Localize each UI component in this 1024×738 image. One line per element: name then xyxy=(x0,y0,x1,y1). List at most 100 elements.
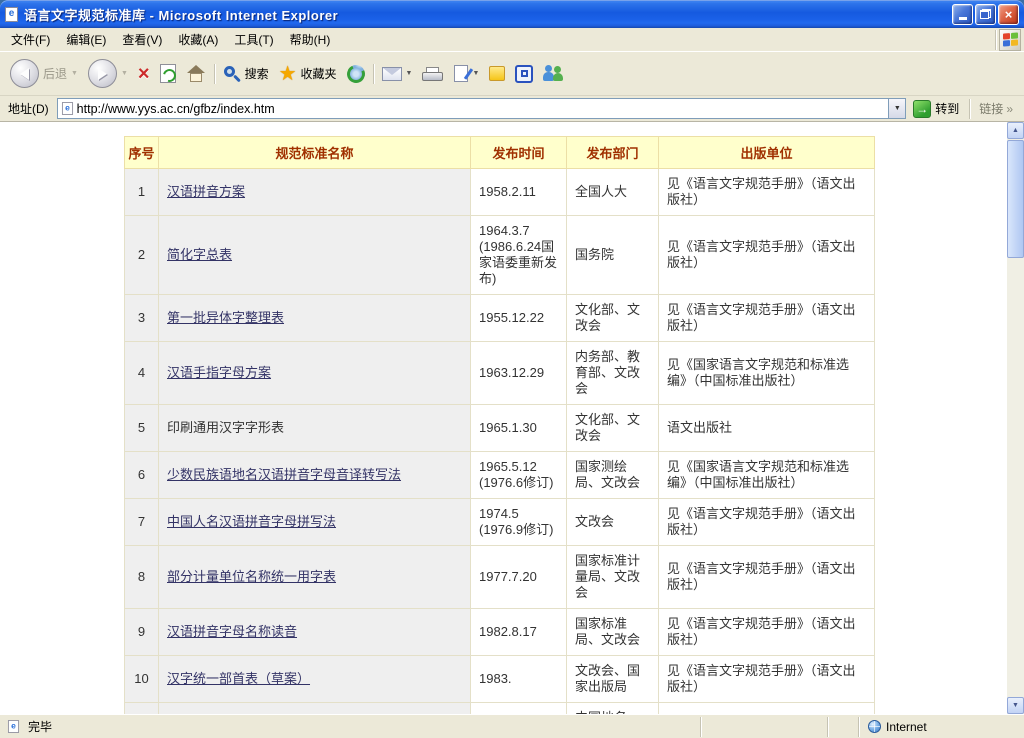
stop-icon: × xyxy=(138,64,150,84)
links-label: 链接 xyxy=(979,100,1003,117)
menu-help[interactable]: 帮助(H) xyxy=(282,28,339,51)
mail-button[interactable]: ▼ xyxy=(377,65,418,83)
publish-dept-cell: 文化部、文改会 xyxy=(567,295,659,342)
address-bar: 地址(D) e ▼ → 转到 链接 » xyxy=(0,96,1024,122)
status-pane-empty xyxy=(704,718,824,736)
logo-b-button[interactable] xyxy=(510,63,538,85)
toolbar: 后退 ▼ ▼ × 搜索 ★ 收藏夹 ▼ xyxy=(0,52,1024,96)
standard-link[interactable]: 汉语手指字母方案 xyxy=(167,365,271,380)
history-button[interactable] xyxy=(342,63,370,85)
close-button[interactable]: × xyxy=(998,4,1019,25)
standard-link[interactable]: 汉语拼音字母名称读音 xyxy=(167,624,297,639)
publisher-cell: 语文出版社 xyxy=(659,405,875,452)
search-button[interactable]: 搜索 xyxy=(218,63,274,85)
history-icon xyxy=(344,62,367,85)
scrollbar-thumb[interactable] xyxy=(1007,140,1024,258)
row-number-cell: 7 xyxy=(125,499,159,546)
status-text: 完毕 xyxy=(28,718,52,735)
publish-dept-cell: 国家标准计量局、文改会 xyxy=(567,546,659,609)
table-row: 2简化字总表1964.3.7 (1986.6.24国家语委重新发布)国务院见《语… xyxy=(125,216,875,295)
stop-button[interactable]: × xyxy=(133,62,155,86)
menu-view[interactable]: 查看(V) xyxy=(114,28,170,51)
browser-window: e 语言文字规范标准库 - Microsoft Internet Explore… xyxy=(0,0,1024,738)
print-button[interactable] xyxy=(417,63,449,85)
search-label: 搜索 xyxy=(245,65,269,82)
standard-link[interactable]: 部分计量单位名称统一用字表 xyxy=(167,569,336,584)
messenger-icon xyxy=(543,65,565,82)
restore-icon xyxy=(980,9,991,19)
home-button[interactable] xyxy=(181,63,211,85)
zone-label: Internet xyxy=(886,720,927,734)
restore-button[interactable] xyxy=(975,4,996,25)
links-button[interactable]: 链接 » xyxy=(973,100,1019,117)
mail-icon xyxy=(382,67,402,81)
scroll-down-button[interactable]: ▼ xyxy=(1007,697,1024,714)
header-name: 规范标准名称 xyxy=(159,137,471,169)
toolbar-separator xyxy=(214,64,215,84)
standards-table-body: 1汉语拼音方案1958.2.11全国人大见《语言文字规范手册》（语文出版社）2简… xyxy=(125,169,875,715)
go-button[interactable]: → 转到 xyxy=(906,100,966,118)
standard-name-cell: 少数民族语地名汉语拼音字母音译转写法 xyxy=(159,452,471,499)
page-content: 序号 规范标准名称 发布时间 发布部门 出版单位 1汉语拼音方案1958.2.1… xyxy=(0,122,1024,714)
standard-name-cell: 中国人名汉语拼音字母拼写法 xyxy=(159,499,471,546)
menu-edit[interactable]: 编辑(E) xyxy=(58,28,114,51)
standard-link[interactable]: 中国人名汉语拼音字母拼写法 xyxy=(167,514,336,529)
address-input[interactable] xyxy=(77,102,889,116)
edit-button[interactable]: ▼ xyxy=(449,63,484,84)
publisher-cell: 见《语言文字规范手册》（语文出版社） xyxy=(659,169,875,216)
menu-file[interactable]: 文件(F) xyxy=(3,28,58,51)
standard-name-cell: 简化字总表 xyxy=(159,216,471,295)
forward-button[interactable]: ▼ xyxy=(83,57,133,90)
back-button[interactable]: 后退 ▼ xyxy=(5,57,83,90)
standard-link[interactable]: 简化字总表 xyxy=(167,247,232,262)
back-icon xyxy=(10,59,39,88)
discuss-button[interactable] xyxy=(484,64,510,83)
back-label: 后退 xyxy=(43,65,67,82)
status-pane-empty-2 xyxy=(831,718,855,736)
standard-link[interactable]: 汉字统一部首表（草案） xyxy=(167,671,310,686)
standard-name-cell: 印刷通用汉字字形表 xyxy=(159,405,471,452)
publisher-cell: 见《语言文字规范手册》（语文出版社） xyxy=(659,499,875,546)
favorites-star-icon: ★ xyxy=(279,64,297,84)
standard-link[interactable]: 第一批异体字整理表 xyxy=(167,310,284,325)
ie-page-icon: e xyxy=(5,7,18,22)
refresh-icon xyxy=(160,64,176,83)
row-number-cell: 1 xyxy=(125,169,159,216)
menu-favorites[interactable]: 收藏(A) xyxy=(170,28,226,51)
standard-name-text: 印刷通用汉字字形表 xyxy=(167,420,284,435)
menu-bar: 文件(F) 编辑(E) 查看(V) 收藏(A) 工具(T) 帮助(H) xyxy=(0,28,1024,52)
standards-table: 序号 规范标准名称 发布时间 发布部门 出版单位 1汉语拼音方案1958.2.1… xyxy=(124,136,875,714)
publish-date-cell: 1965.5.12 (1976.6修订) xyxy=(471,452,567,499)
scroll-up-button[interactable]: ▲ xyxy=(1007,122,1024,139)
publish-date-cell: 1958.2.11 xyxy=(471,169,567,216)
home-icon xyxy=(186,65,206,83)
edit-dropdown-icon: ▼ xyxy=(472,70,479,77)
publish-date-cell: 1965.1.30 xyxy=(471,405,567,452)
address-label: 地址(D) xyxy=(5,100,57,117)
vertical-scrollbar[interactable]: ▲ ▼ xyxy=(1007,122,1024,714)
menu-tools[interactable]: 工具(T) xyxy=(226,28,281,51)
mail-dropdown-icon: ▼ xyxy=(406,70,413,77)
close-icon: × xyxy=(1005,7,1013,22)
favorites-button[interactable]: ★ 收藏夹 xyxy=(274,62,342,86)
refresh-button[interactable] xyxy=(155,62,181,85)
windows-logo-icon xyxy=(999,29,1021,51)
standard-link[interactable]: 少数民族语地名汉语拼音字母音译转写法 xyxy=(167,467,401,482)
minimize-button[interactable] xyxy=(952,4,973,25)
publisher-cell: 见《语言文字规范手册》（语文出版社） xyxy=(659,656,875,703)
row-number-cell: 9 xyxy=(125,609,159,656)
publisher-cell: 见《语言文字规范手册》（语文出版社） xyxy=(659,295,875,342)
title-bar: e 语言文字规范标准库 - Microsoft Internet Explore… xyxy=(0,0,1024,28)
print-icon xyxy=(422,67,444,83)
standard-name-cell: 汉语拼音字母名称读音 xyxy=(159,609,471,656)
address-dropdown-button[interactable]: ▼ xyxy=(888,99,905,118)
publish-dept-cell: 文改会、国家出版局 xyxy=(567,656,659,703)
publisher-cell: 见《语言文字规范手册》（语文出版社） xyxy=(659,546,875,609)
messenger-button[interactable] xyxy=(538,63,570,84)
document-area: 序号 规范标准名称 发布时间 发布部门 出版单位 1汉语拼音方案1958.2.1… xyxy=(0,122,1007,714)
header-no: 序号 xyxy=(125,137,159,169)
standard-name-cell: 汉语拼音方案 xyxy=(159,169,471,216)
table-row: 6少数民族语地名汉语拼音字母音译转写法1965.5.12 (1976.6修订)国… xyxy=(125,452,875,499)
table-row: 9汉语拼音字母名称读音1982.8.17国家标准局、文改会见《语言文字规范手册》… xyxy=(125,609,875,656)
standard-link[interactable]: 汉语拼音方案 xyxy=(167,184,245,199)
